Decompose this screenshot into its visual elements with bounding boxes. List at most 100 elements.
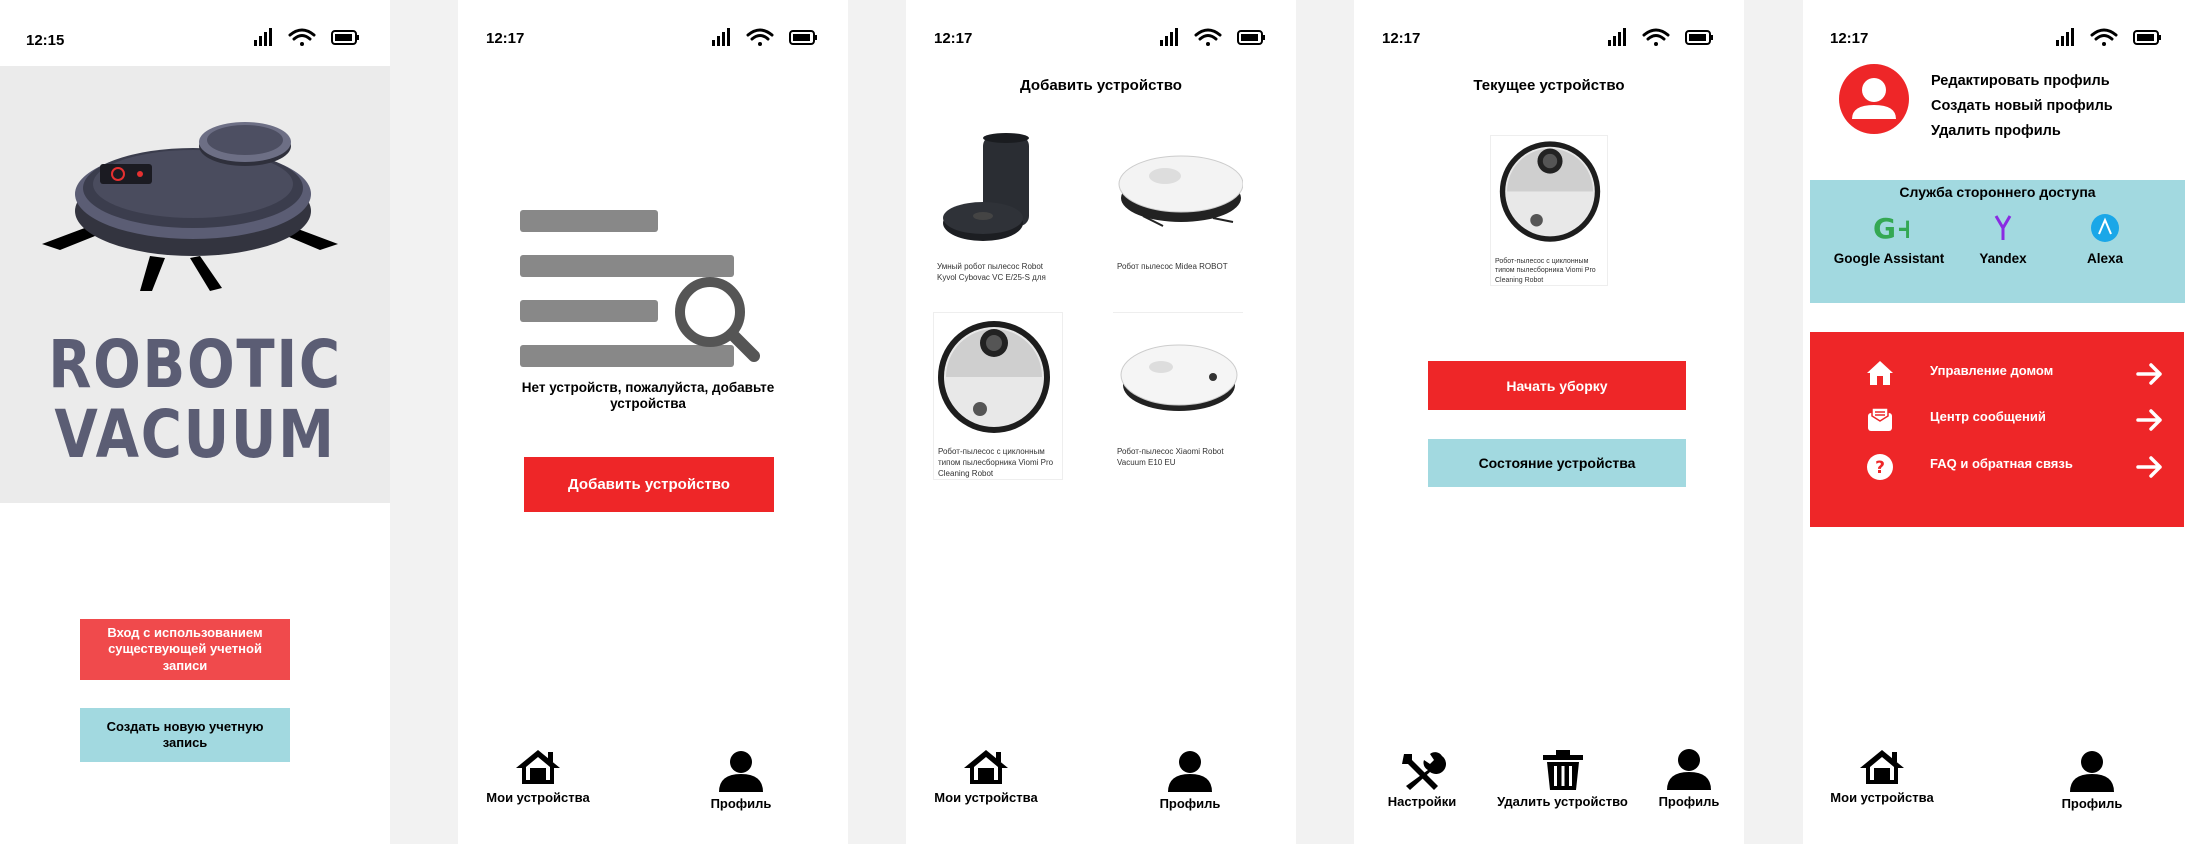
link-label: Управление домом [1930,363,2054,378]
search-empty-icon [520,210,760,367]
home-icon [964,750,1008,784]
status-time: 12:17 [486,30,525,47]
battery-icon [1685,30,1713,45]
device-status-button[interactable]: Состояние устройства [1428,439,1686,487]
nav-label: Профиль [2061,796,2123,811]
signal-icon [712,28,730,46]
link-faq-feedback[interactable]: ? FAQ и обратная связь [1810,449,2184,485]
link-label: FAQ и обратная связь [1930,456,2073,471]
device-caption: Робот-пылесос с циклонным типом пылесбор… [938,447,1054,478]
status-time: 12:15 [26,32,65,49]
home-icon [1867,361,1893,385]
trash-icon [1542,750,1583,790]
robot-vacuum-xiaomi-icon [1120,344,1238,411]
nav-delete-device[interactable]: Удалить устройство [1490,750,1635,809]
device-card[interactable]: Робот пылесос Midea ROBOT [1113,128,1244,273]
service-alexa[interactable]: Alexa [2040,212,2170,266]
status-time: 12:17 [1382,30,1421,47]
add-device-button[interactable]: Добавить устройство [524,457,774,512]
status-icons [1160,28,1265,46]
signal-icon [1608,28,1626,46]
logo-line-2: VACUUM [54,396,336,473]
device-caption: Робот-пылесос Xiaomi Robot Vacuum E10 EU [1117,447,1224,467]
start-cleaning-button[interactable]: Начать уборку [1428,361,1686,410]
nav-my-devices[interactable]: Мои устройства [921,748,1051,805]
status-icons [254,28,359,46]
signal-icon [2056,28,2074,46]
nav-profile[interactable]: Профиль [1644,748,1734,809]
create-profile-link[interactable]: Создать новый профиль [1931,98,2113,114]
service-name: Google Assistant [1833,251,1945,266]
help-icon: ? [1867,454,1893,480]
robot-vacuum-dock-black-icon [943,133,1029,241]
battery-icon [2133,30,2161,45]
profile-icon [1168,751,1212,792]
nav-label: Профиль [1159,796,1221,811]
nav-label: Мои устройства [486,790,590,805]
svg-text:?: ? [1875,458,1885,478]
nav-label: Профиль [1658,794,1720,809]
signal-icon [254,28,272,46]
home-icon [1860,750,1904,784]
page-title: Текущее устройство [1473,77,1625,94]
nav-label: Мои устройства [1830,790,1934,805]
device-card[interactable]: Робот-пылесос Xiaomi Robot Vacuum E10 EU [1113,312,1243,469]
nav-my-devices[interactable]: Мои устройства [473,748,603,805]
link-message-center[interactable]: Центр сообщений [1810,402,2184,438]
hero-banner: ROBOTIC VACUUM [0,66,390,503]
current-device-card: Робот-пылесос с циклонным типом пылесбор… [1490,135,1608,287]
screen-add-device: 12:17 Добавить устройство Умный робот пы… [906,0,1296,844]
battery-icon [789,30,817,45]
device-caption: Робот пылесос Midea ROBOT [1117,262,1228,271]
profile-icon [2070,751,2114,792]
empty-state-text: Нет устройств, пожалуйста, добавьте устр… [521,380,775,411]
quick-links-panel: Управление домом Центр сообщений ? FAQ и [1810,332,2184,527]
nav-settings[interactable]: Настройки [1372,750,1472,809]
robot-vacuum-viomi-icon [938,321,1050,433]
logo-line-1: ROBOTIC [48,326,342,403]
edit-profile-link[interactable]: Редактировать профиль [1931,73,2110,89]
nav-label: Мои устройства [934,790,1038,805]
arrow-right-icon [2136,409,2162,431]
yandex-icon [1994,215,2012,240]
status-bar: 12:15 [0,24,390,54]
robot-vacuum-viomi-icon [1499,141,1601,242]
screen-current-device: 12:17 Текущее устройство Робот-пылесос с… [1354,0,1744,844]
nav-profile[interactable]: Профиль [2027,750,2157,811]
link-home-management[interactable]: Управление домом [1810,356,2184,392]
tools-icon [1402,752,1446,790]
nav-label: Настройки [1387,794,1457,809]
nav-profile[interactable]: Профиль [1125,750,1255,811]
device-card[interactable]: Умный робот пылесос Robot Kyvol Cybovac … [933,128,1063,284]
svg-text:G+: G+ [1873,212,1909,244]
link-label: Центр сообщений [1930,409,2046,424]
login-existing-button[interactable]: Вход с использованием существующей учетн… [80,619,290,680]
delete-profile-link[interactable]: Удалить профиль [1931,123,2061,139]
screen-welcome: 12:15 ROBOTIC VACUUM Вход с использовани… [0,0,390,844]
home-icon [516,750,560,784]
nav-my-devices[interactable]: Мои устройства [1817,748,1947,805]
status-time: 12:17 [1830,30,1869,47]
device-caption: Умный робот пылесос Robot Kyvol Cybovac … [937,262,1046,282]
screen-no-devices: 12:17 Нет устройств, пожалуйста, добавьт… [458,0,848,844]
profile-icon [1667,749,1711,790]
status-bar: 12:17 [1803,24,2192,54]
arrow-right-icon [2136,456,2162,478]
wifi-icon [746,28,774,46]
battery-icon [1237,30,1265,45]
status-time: 12:17 [934,30,973,47]
page-title: Добавить устройство [1020,77,1182,94]
status-bar: 12:17 [458,24,848,54]
service-google-assistant[interactable]: G+ Google Assistant [1824,212,1954,266]
status-bar: 12:17 [906,24,1296,54]
profile-icon [719,751,763,792]
device-card[interactable]: Робот-пылесос с циклонным типом пылесбор… [933,312,1063,481]
wifi-icon [288,28,316,46]
create-account-button[interactable]: Создать новую учетную запись [80,708,290,762]
nav-label: Удалить устройство [1497,794,1628,809]
nav-profile[interactable]: Профиль [676,750,806,811]
nav-label: Профиль [710,796,772,811]
status-icons [1608,28,1713,46]
avatar[interactable] [1838,63,1910,135]
third-party-access-panel: Служба стороннего доступа G+ Google Assi… [1810,180,2185,303]
